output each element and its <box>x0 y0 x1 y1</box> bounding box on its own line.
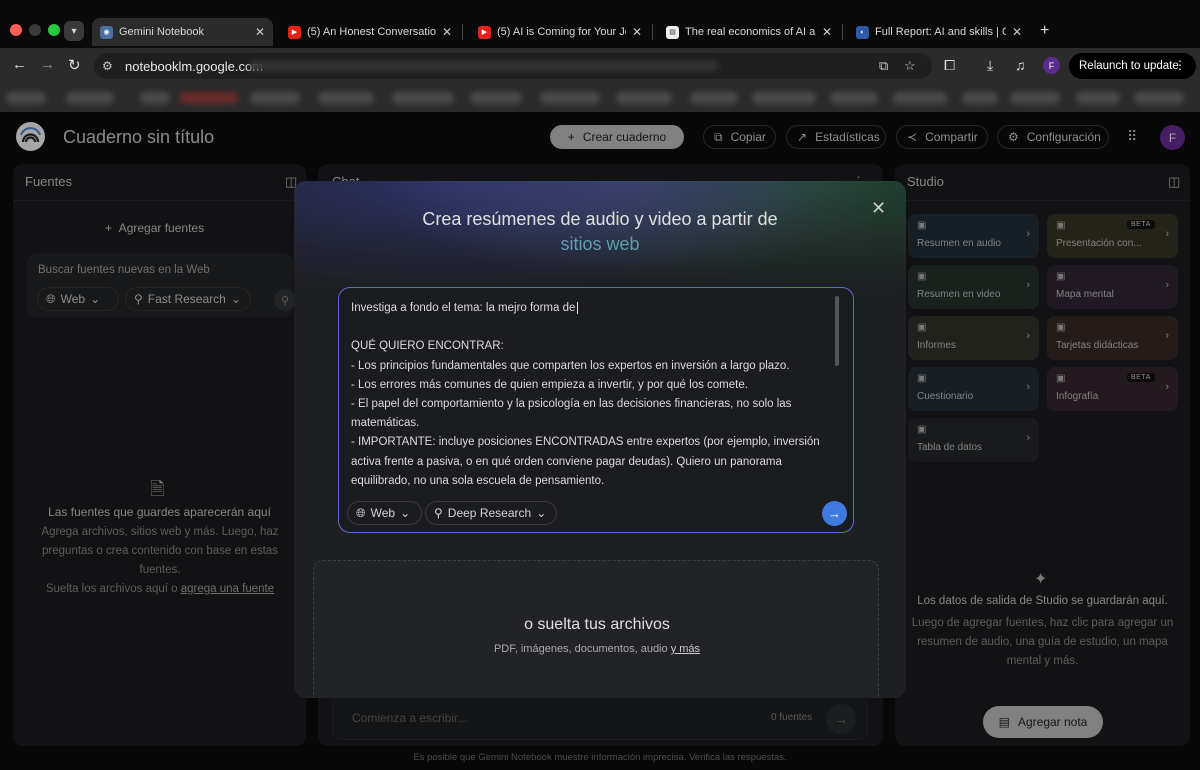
drop-title: o suelta tus archivos <box>524 616 670 633</box>
bookmark-item[interactable] <box>962 92 998 104</box>
bookmark-item[interactable] <box>470 92 522 104</box>
notebooklm-icon: ◉ <box>100 25 113 39</box>
profile-avatar[interactable]: F <box>1043 57 1060 74</box>
bookmark-star-icon[interactable]: ☆ <box>904 58 916 74</box>
bookmarks-bar <box>0 84 1200 112</box>
deep-research-icon: ⚲ <box>434 506 443 520</box>
file-drop-zone[interactable]: o suelta tus archivos PDF, imágenes, doc… <box>313 560 879 698</box>
relaunch-label: Relaunch to update <box>1079 60 1179 72</box>
more-vert-icon[interactable]: ⋮ <box>1174 58 1186 72</box>
minimize-window-button[interactable] <box>29 24 41 36</box>
bookmark-item[interactable] <box>540 92 600 104</box>
browser-tab[interactable]: ◉ Gemini Notebook ✕ <box>92 18 273 46</box>
drop-subtitle: PDF, imágenes, documentos, audio y más <box>314 643 880 655</box>
youtube-icon: ▶ <box>478 25 491 39</box>
install-app-icon[interactable]: ⧉ <box>879 58 888 74</box>
more-types-link[interactable]: y más <box>671 643 700 655</box>
url-text: notebooklm.google.com <box>125 59 264 74</box>
bookmark-item[interactable] <box>830 92 878 104</box>
browser-tab[interactable]: ▤ The real economics of AI and ✕ <box>658 18 840 46</box>
bookmark-item[interactable] <box>752 92 816 104</box>
tab-separator <box>462 24 463 40</box>
bookmark-item[interactable] <box>250 92 300 104</box>
submit-arrow-icon[interactable]: → <box>822 501 847 526</box>
bookmark-item[interactable] <box>1134 92 1184 104</box>
bookmark-item[interactable] <box>1010 92 1060 104</box>
media-controls-icon[interactable]: ♫ <box>1015 57 1026 73</box>
forward-arrow-icon[interactable]: → <box>40 56 55 73</box>
close-tab-icon[interactable]: ✕ <box>1012 25 1022 39</box>
web-source-dropdown[interactable]: 🌐︎ Web ⌄ <box>347 501 422 525</box>
site-info-icon[interactable]: ⚙ <box>102 59 113 73</box>
bookmark-item[interactable] <box>66 92 114 104</box>
document-icon: ▤ <box>666 25 679 39</box>
back-arrow-icon[interactable]: ← <box>12 56 27 73</box>
close-tab-icon[interactable]: ✕ <box>442 25 452 39</box>
browser-tab[interactable]: ▶ (5) An Honest Conversation o ✕ <box>280 18 460 46</box>
bookmark-item[interactable] <box>1076 92 1120 104</box>
add-sources-dialog: ✕ Crea resúmenes de audio y video a part… <box>294 181 906 698</box>
browser-tab-bar: ▾ ◉ Gemini Notebook ✕ ▶ (5) An Honest Co… <box>0 0 1200 48</box>
web-label: Web <box>370 506 396 520</box>
prompt-text: Investiga a fondo el tema: la mejro form… <box>351 299 831 491</box>
bookmark-item[interactable] <box>616 92 672 104</box>
browser-tab[interactable]: ▶ (5) AI is Coming for Your Job ✕ <box>470 18 650 46</box>
relaunch-button[interactable]: Relaunch to update ⋮ <box>1069 53 1196 79</box>
tab-title: Gemini Notebook <box>119 26 204 38</box>
tab-search-button[interactable]: ▾ <box>64 21 84 41</box>
bookmark-item[interactable] <box>318 92 374 104</box>
maximize-window-button[interactable] <box>48 24 60 36</box>
bookmark-item[interactable] <box>140 92 170 104</box>
bookmark-item[interactable] <box>180 92 238 104</box>
extensions-icon[interactable]: ⧠ <box>944 57 955 74</box>
reload-icon[interactable]: ↻ <box>68 56 81 74</box>
tab-title: The real economics of AI and <box>685 26 816 38</box>
research-prompt-textarea[interactable]: Investiga a fondo el tema: la mejro form… <box>338 287 854 533</box>
research-mode-dropdown[interactable]: ⚲ Deep Research ⌄ <box>425 501 557 525</box>
text-caret <box>577 301 579 314</box>
tab-title: (5) An Honest Conversation o <box>307 26 436 38</box>
new-tab-button[interactable]: + <box>1040 22 1049 40</box>
prompt-content: Investiga a fondo el tema: la mejro form… <box>351 301 820 487</box>
address-bar[interactable]: ⚙ notebooklm.google.com ⧉ ☆ <box>94 53 932 79</box>
download-icon[interactable]: ⤓ <box>987 57 993 74</box>
bookmark-item[interactable] <box>690 92 738 104</box>
tab-separator <box>842 24 843 40</box>
youtube-icon: ▶ <box>288 25 301 39</box>
dialog-subtitle: sitios web <box>294 234 906 255</box>
close-window-button[interactable] <box>10 24 22 36</box>
drop-file-types: PDF, imágenes, documentos, audio <box>493 643 668 655</box>
oecd-icon: ◐ <box>856 25 869 39</box>
chevron-down-icon: ⌄ <box>536 506 547 520</box>
tab-separator <box>652 24 653 40</box>
scrollbar[interactable] <box>835 296 839 366</box>
close-tab-icon[interactable]: ✕ <box>632 25 642 39</box>
browser-tab[interactable]: ◐ Full Report: AI and skills | OE ✕ <box>848 18 1030 46</box>
globe-icon: 🌐︎ <box>356 505 366 520</box>
blurred-url-path <box>249 61 719 71</box>
tab-title: Full Report: AI and skills | OE <box>875 26 1006 38</box>
bookmark-item[interactable] <box>392 92 454 104</box>
tab-title: (5) AI is Coming for Your Job <box>497 26 626 38</box>
bookmark-item[interactable] <box>6 92 46 104</box>
research-label: Deep Research <box>447 506 532 520</box>
bookmark-item[interactable] <box>893 92 947 104</box>
close-tab-icon[interactable]: ✕ <box>822 25 832 39</box>
dialog-title: Crea resúmenes de audio y video a partir… <box>422 209 778 229</box>
chevron-down-icon: ⌄ <box>400 506 411 520</box>
close-tab-icon[interactable]: ✕ <box>255 25 265 39</box>
browser-toolbar: ← → ↻ ⚙ notebooklm.google.com ⧉ ☆ ⧠ ⤓ ♫ … <box>0 48 1200 84</box>
